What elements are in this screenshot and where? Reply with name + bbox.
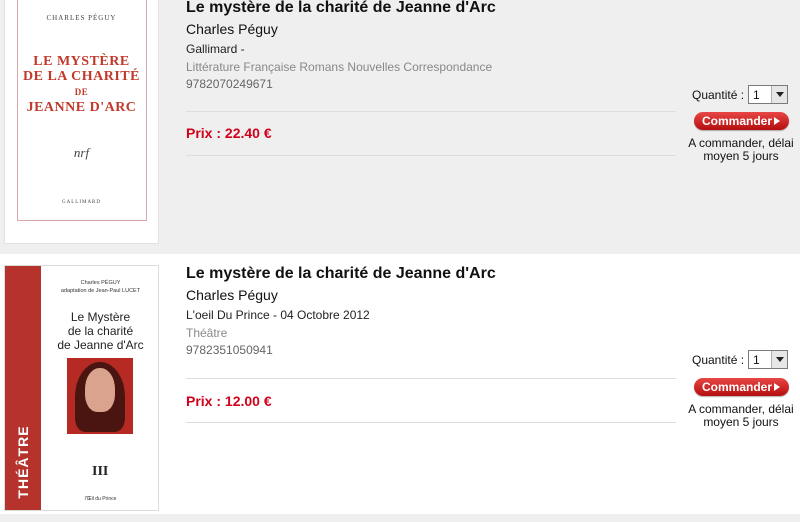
cover-author-line: Charles PÉGUY xyxy=(80,280,121,286)
order-button[interactable]: Commander xyxy=(694,378,789,396)
cover-portrait xyxy=(67,358,133,434)
cover-title-line: de la charité xyxy=(67,324,134,338)
cover-title-line: DE LA CHARITÉ xyxy=(23,69,140,84)
quantity-value: 1 xyxy=(753,87,760,102)
availability-line: moyen 5 jours xyxy=(703,415,779,429)
next-row-edge xyxy=(0,514,800,522)
divider xyxy=(186,422,676,423)
cover-title-line: de Jeanne d'Arc xyxy=(57,338,144,352)
product-publisher: Gallimard - xyxy=(186,42,245,56)
quantity-select[interactable]: 1 xyxy=(748,85,789,104)
availability-line: moyen 5 jours xyxy=(703,149,779,163)
product-info: Le mystère de la charité de Jeanne d'Arc… xyxy=(186,265,676,357)
cover-title-line: Le Mystère xyxy=(70,310,131,324)
quantity-label: Quantité : xyxy=(692,87,745,102)
product-info: Le mystère de la charité de Jeanne d'Arc… xyxy=(186,0,676,91)
cover-publisher: l'Œil du Prince xyxy=(84,496,117,502)
quantity-value: 1 xyxy=(753,352,760,367)
availability-text: A commander, délai moyen 5 jours xyxy=(684,137,798,163)
book-cover-image[interactable]: CHARLES PÉGUY LE MYSTÈRE DE LA CHARITÉ D… xyxy=(4,0,159,244)
divider xyxy=(186,111,676,112)
product-category: Théâtre xyxy=(186,326,228,340)
cover-author: CHARLES PÉGUY xyxy=(46,14,117,22)
order-button-label: Commander xyxy=(702,114,773,128)
arrow-right-icon xyxy=(774,117,780,125)
divider xyxy=(186,378,676,379)
product-row: THÉÂTRE Charles PÉGUY adaptation de Jean… xyxy=(0,254,800,514)
quantity-label: Quantité : xyxy=(692,352,745,367)
divider xyxy=(186,155,676,156)
cover-logo: III xyxy=(92,464,109,479)
cover-title-line: LE MYSTÈRE xyxy=(33,54,130,69)
cover-title-line: DE xyxy=(74,87,89,97)
cover-publisher: GALLIMARD xyxy=(62,200,101,205)
arrow-right-icon xyxy=(774,383,780,391)
cover-title-line: JEANNE D'ARC xyxy=(26,100,137,115)
product-title[interactable]: Le mystère de la charité de Jeanne d'Arc xyxy=(186,265,676,283)
order-button[interactable]: Commander xyxy=(694,112,789,130)
cover-band: THÉÂTRE xyxy=(5,266,41,510)
cover-logo: nrf xyxy=(73,145,90,160)
chevron-down-icon[interactable] xyxy=(771,351,788,368)
cover-author: Charles PÉGUY adaptation de Jean-Paul LU… xyxy=(43,279,158,295)
product-price: Prix : 22.40 € xyxy=(186,125,272,141)
quantity-control: Quantité : 1 xyxy=(692,85,789,104)
quantity-select[interactable]: 1 xyxy=(748,350,789,369)
product-price: Prix : 12.00 € xyxy=(186,393,272,409)
product-row: CHARLES PÉGUY LE MYSTÈRE DE LA CHARITÉ D… xyxy=(0,0,800,254)
product-publisher: L'oeil Du Prince - 04 Octobre 2012 xyxy=(186,308,370,322)
product-category: Littérature Française Romans Nouvelles C… xyxy=(186,60,493,74)
product-title[interactable]: Le mystère de la charité de Jeanne d'Arc xyxy=(186,0,676,17)
book-cover-image[interactable]: THÉÂTRE Charles PÉGUY adaptation de Jean… xyxy=(4,265,159,511)
product-isbn: 9782351050941 xyxy=(186,343,273,357)
order-button-label: Commander xyxy=(702,380,773,394)
cover-title: LE MYSTÈRE DE LA CHARITÉ DE JEANNE D'ARC xyxy=(5,54,158,115)
availability-text: A commander, délai moyen 5 jours xyxy=(684,403,798,429)
cover-title: Le Mystère de la charité de Jeanne d'Arc xyxy=(43,310,158,352)
portrait-face xyxy=(85,368,115,412)
chevron-down-icon[interactable] xyxy=(771,86,788,103)
product-isbn: 9782070249671 xyxy=(186,77,273,91)
quantity-control: Quantité : 1 xyxy=(692,350,789,369)
product-author[interactable]: Charles Péguy xyxy=(186,20,676,38)
product-author[interactable]: Charles Péguy xyxy=(186,286,676,304)
cover-author-line: adaptation de Jean-Paul LUCET xyxy=(60,288,141,294)
cover-band-text: THÉÂTRE xyxy=(15,425,31,499)
